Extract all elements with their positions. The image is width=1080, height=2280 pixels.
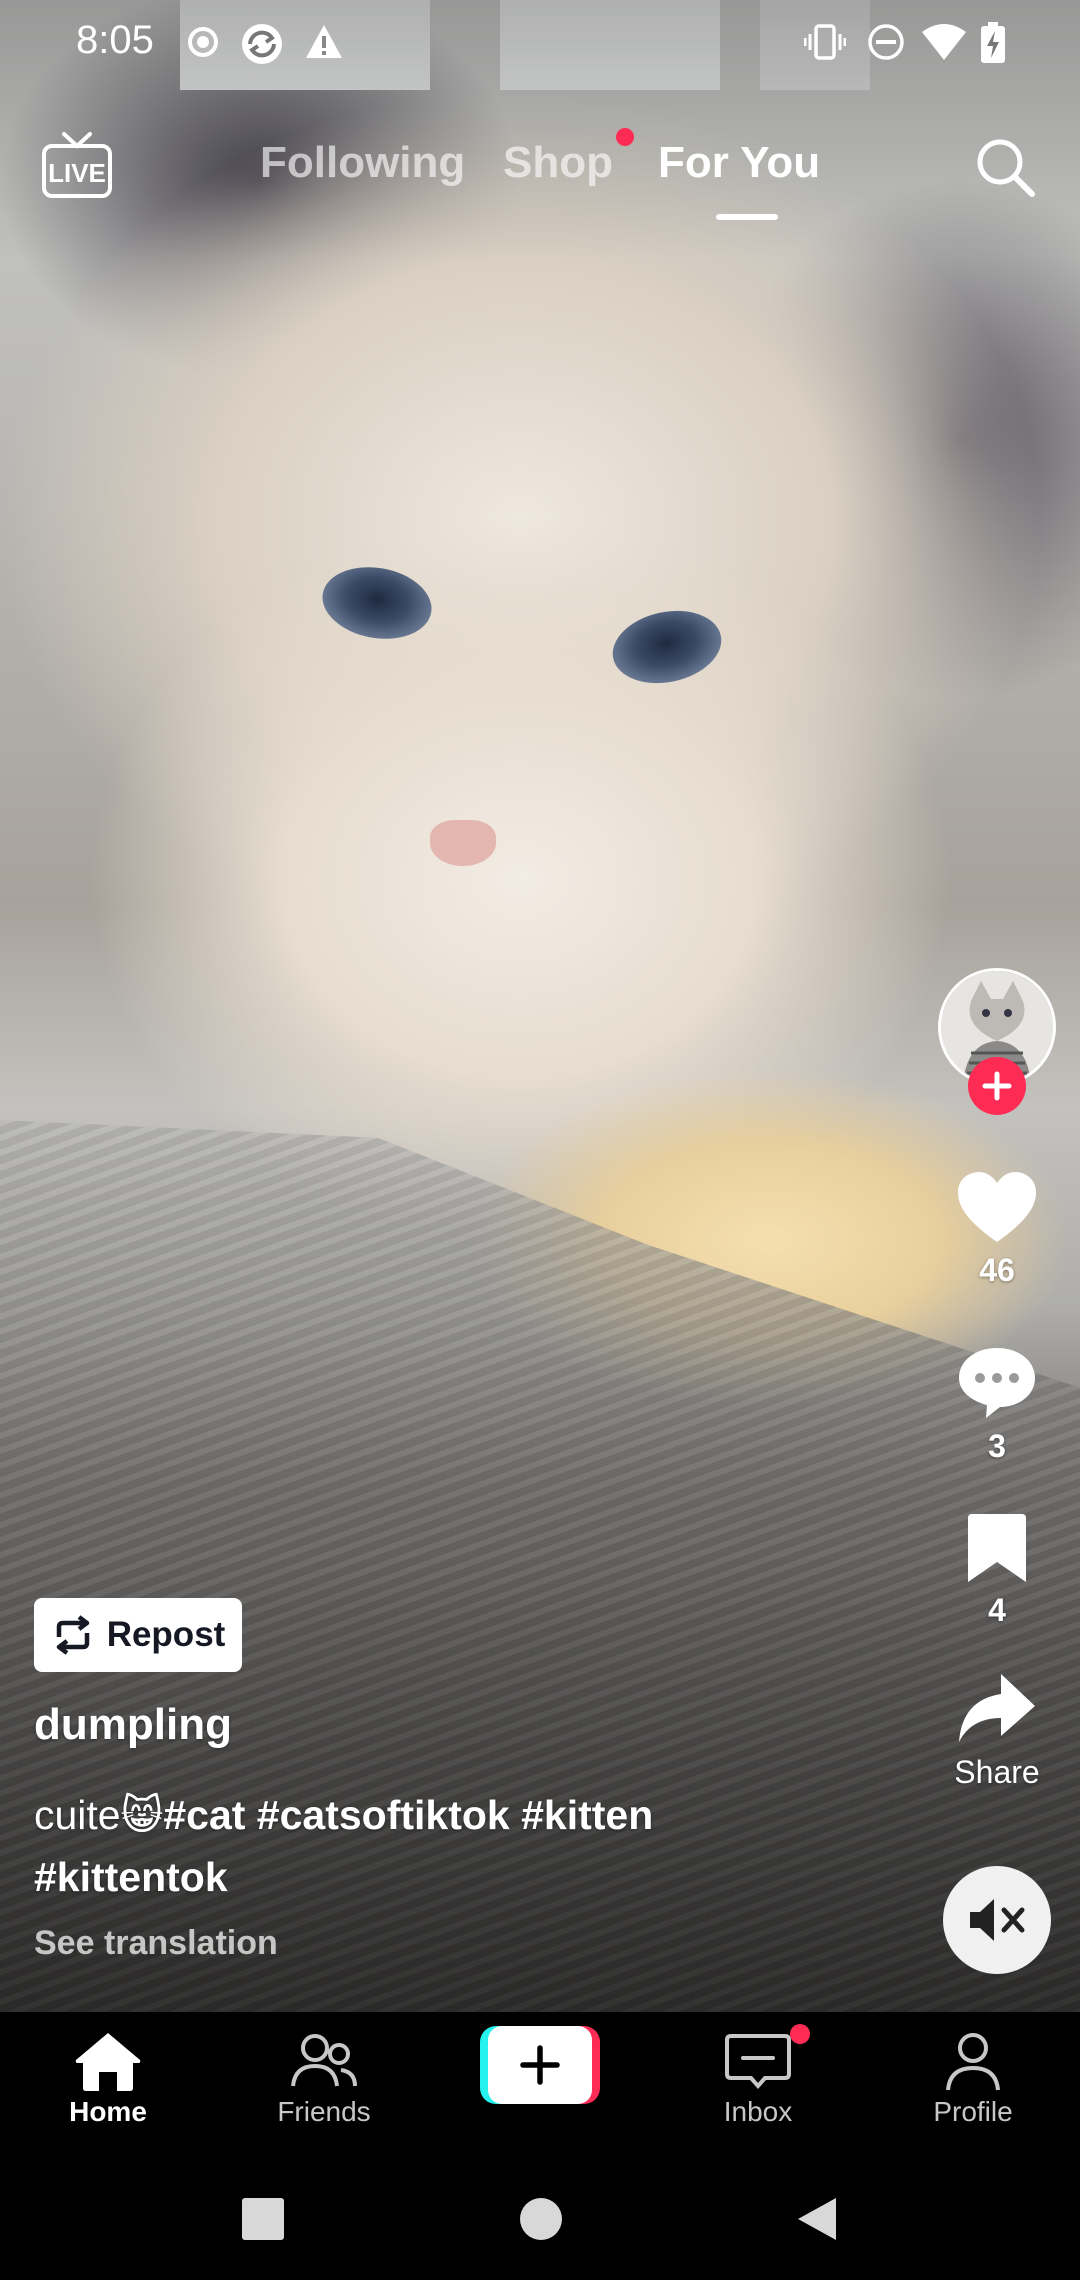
plus-icon: [982, 1071, 1012, 1101]
tab-following[interactable]: Following: [260, 138, 465, 188]
nav-home[interactable]: Home: [28, 2030, 188, 2128]
tab-for-you[interactable]: For You: [658, 138, 820, 188]
system-navigation-bar: [0, 2162, 1080, 2280]
friends-icon: [291, 2034, 357, 2087]
recents-square-icon[interactable]: [240, 2196, 286, 2242]
share-button[interactable]: Share: [935, 1670, 1059, 1791]
sync-app-icon: [242, 24, 282, 64]
back-triangle-icon[interactable]: [796, 2196, 838, 2242]
mute-toggle-button[interactable]: [943, 1866, 1051, 1974]
speaker-muted-icon: [970, 1899, 1025, 1941]
follow-button[interactable]: [968, 1057, 1026, 1115]
comment-button[interactable]: 3: [935, 1344, 1059, 1465]
battery-charging-icon: [981, 22, 1005, 63]
video-caption: cuite😸#cat #catsoftiktok #kitten #kitten…: [34, 1784, 734, 1908]
caption-hashtag[interactable]: #kittentok: [34, 1854, 228, 1900]
comment-bubble-icon: [959, 1348, 1035, 1418]
create-button-face: [488, 2026, 592, 2104]
tab-shop[interactable]: Shop: [503, 138, 613, 188]
inbox-icon: [725, 2034, 791, 2090]
like-count: 46: [979, 1252, 1015, 1288]
cat-eye: [316, 558, 438, 648]
nav-inbox-label: Inbox: [723, 2096, 793, 2127]
comment-count: 3: [988, 1428, 1006, 1464]
heart-icon: [958, 1172, 1036, 1242]
do-not-disturb-icon: [868, 24, 904, 60]
warning-icon: [306, 25, 342, 58]
shop-notification-dot: [616, 128, 634, 146]
share-arrow-icon: [959, 1674, 1035, 1742]
wifi-icon: [922, 24, 966, 60]
svg-text:LIVE: LIVE: [48, 158, 106, 188]
nav-friends[interactable]: Friends: [244, 2030, 404, 2128]
bookmark-count: 4: [988, 1592, 1006, 1628]
create-plus-icon: [520, 2045, 560, 2085]
top-navigation: LIVE Following Shop For You: [0, 110, 1080, 230]
creator-username[interactable]: dumpling: [34, 1700, 232, 1750]
caption-hashtags[interactable]: #cat #catsoftiktok #kitten: [163, 1792, 653, 1838]
home-icon: [75, 2033, 141, 2091]
tiktok-screen: 8:05 LIVE Following Shop For You 46 3 4 …: [0, 0, 1080, 2280]
repost-icon: [56, 1615, 89, 1655]
home-circle-icon[interactable]: [518, 2196, 564, 2242]
create-video-button[interactable]: [480, 2026, 600, 2104]
like-button[interactable]: 46: [935, 1170, 1059, 1289]
nav-inbox[interactable]: Inbox: [678, 2030, 838, 2128]
radio-button-icon: [188, 27, 218, 57]
cat-nose: [430, 820, 496, 866]
inbox-notification-dot: [790, 2024, 810, 2044]
vibrate-icon: [804, 24, 846, 60]
search-icon[interactable]: [972, 134, 1038, 200]
caption-text: cuite😸: [34, 1792, 164, 1838]
active-tab-indicator: [716, 214, 778, 220]
nav-friends-label: Friends: [277, 2096, 371, 2127]
nav-profile-label: Profile: [933, 2096, 1013, 2127]
nav-home-label: Home: [69, 2096, 147, 2127]
bookmark-icon: [968, 1514, 1026, 1582]
share-label: Share: [954, 1754, 1040, 1790]
bookmark-button[interactable]: 4: [935, 1512, 1059, 1629]
cat-eye: [605, 601, 729, 693]
repost-label: Repost: [106, 1615, 226, 1654]
status-bar: 8:05: [0, 0, 1080, 84]
see-translation-link[interactable]: See translation: [34, 1924, 278, 1963]
status-time: 8:05: [76, 18, 154, 62]
nav-profile[interactable]: Profile: [893, 2030, 1053, 2128]
live-tv-icon[interactable]: LIVE: [40, 130, 114, 200]
repost-button[interactable]: Repost: [34, 1598, 242, 1672]
profile-icon: [946, 2033, 1000, 2091]
